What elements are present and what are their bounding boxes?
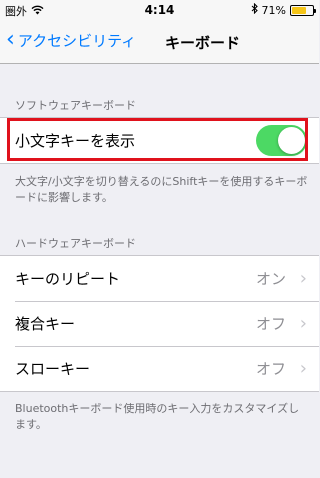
software-keyboard-footer: 大文字/小文字を切り替えるのにShiftキーを使用するキーボードに影響します。 [15, 175, 308, 204]
chevron-right-icon: › [299, 268, 307, 289]
bluetooth-icon [251, 2, 258, 17]
hardware-keyboard-group: キーのリピート オン › 複合キー オフ › スローキー オフ › [0, 255, 319, 392]
chevron-right-icon: › [299, 313, 307, 334]
lowercase-keys-label: 小文字キーを表示 [15, 132, 136, 150]
chevron-left-icon: ‹ [6, 27, 15, 52]
navigation-bar: ‹ アクセシビリティ キーボード [0, 20, 319, 64]
software-keyboard-group: 小文字キーを表示 [0, 117, 319, 164]
battery-icon [290, 4, 316, 16]
toggle-knob [278, 127, 305, 154]
key-repeat-row[interactable]: キーのリピート オン › [0, 256, 319, 301]
lowercase-keys-row: 小文字キーを表示 [0, 118, 319, 163]
key-repeat-value: オン [255, 270, 286, 288]
slow-keys-value: オフ [255, 360, 286, 378]
compound-keys-label: 複合キー [15, 315, 76, 333]
hardware-keyboard-footer: Bluetoothキーボード使用時のキー入力をカスタマイズします。 [15, 402, 300, 431]
page-title: キーボード [165, 34, 241, 52]
back-button-label: アクセシビリティ [17, 31, 137, 50]
status-bar: 圏外 4:14 71% [0, 0, 319, 20]
battery-fill [292, 6, 307, 14]
key-repeat-label: キーのリピート [15, 270, 121, 288]
hardware-keyboard-header: ハードウェアキーボード [15, 237, 136, 250]
compound-keys-value: オフ [255, 315, 286, 333]
compound-keys-row[interactable]: 複合キー オフ › [0, 301, 319, 346]
software-keyboard-header: ソフトウェアキーボード [15, 99, 136, 112]
battery-percent: 71% [261, 3, 286, 17]
status-right: 71% [251, 2, 316, 17]
slow-keys-row[interactable]: スローキー オフ › [0, 346, 319, 391]
chevron-right-icon: › [299, 358, 307, 379]
slow-keys-label: スローキー [15, 360, 91, 378]
lowercase-keys-toggle[interactable] [256, 125, 307, 156]
back-button[interactable]: ‹ アクセシビリティ [6, 29, 136, 51]
